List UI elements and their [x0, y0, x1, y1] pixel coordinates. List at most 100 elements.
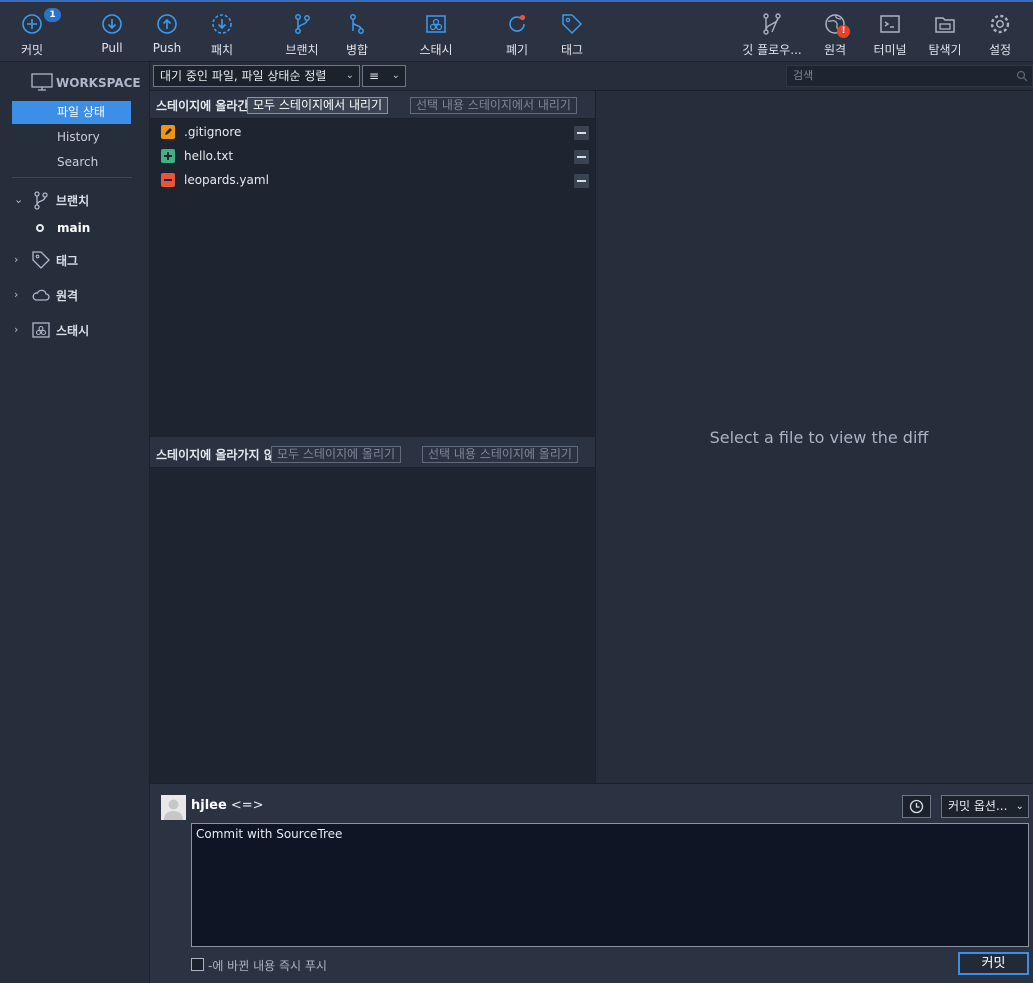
tag-icon [560, 12, 584, 36]
diff-viewer: Select a file to view the diff [595, 91, 1033, 783]
staged-files-list: .gitignore hello.txt leopards.yaml [150, 119, 595, 437]
staged-file-row[interactable]: leopards.yaml [150, 169, 595, 193]
branch-icon [31, 190, 51, 213]
commit-message-input[interactable]: Commit with SourceTree [191, 823, 1029, 947]
sidebar-item-file-status[interactable]: 파일 상태 [12, 101, 131, 124]
fetch-circle-icon [210, 12, 234, 36]
remote-label: 원격 [823, 43, 847, 57]
sidebar-section-label: 원격 [56, 289, 79, 303]
staged-file-row[interactable]: .gitignore [150, 121, 595, 145]
sidebar-item-history[interactable]: History [12, 126, 131, 149]
folder-icon [933, 12, 957, 36]
branch-label: 브랜치 [285, 43, 319, 57]
file-sort-select[interactable]: 대기 중인 파일, 파일 상태순 정렬 ⌄ [153, 65, 360, 87]
plus-circle-icon [20, 12, 44, 36]
fetch-button[interactable]: 패치 [196, 10, 248, 60]
stage-selected-button[interactable]: 선택 내용 스테이지에 올리기 [422, 446, 578, 463]
diff-placeholder-message: Select a file to view the diff [709, 428, 929, 447]
remote-alert-badge: ! [837, 25, 850, 38]
author-email: <=> [230, 798, 264, 813]
settings-button[interactable]: 설정 [974, 10, 1026, 60]
push-immediately-label: -에 바뀐 내용 즉시 푸시 [208, 959, 327, 973]
chevron-down-icon: ⌄ [1015, 801, 1024, 812]
unstage-file-button[interactable] [574, 150, 589, 164]
stash-icon [31, 320, 51, 343]
monitor-icon [31, 73, 53, 91]
unstage-all-button[interactable]: 모두 스테이지에서 내리기 [247, 97, 389, 114]
pull-label: Pull [101, 41, 123, 55]
fetch-label: 패치 [210, 43, 234, 57]
gitflow-label: 깃 플로우... [742, 43, 802, 57]
stash-icon [424, 12, 448, 36]
file-sort-value: 대기 중인 파일, 파일 상태순 정렬 [160, 69, 327, 83]
tag-button[interactable]: 태그 [546, 10, 598, 60]
sidebar-item-search[interactable]: Search [12, 151, 131, 174]
chevron-right-icon: › [14, 253, 19, 266]
search-input[interactable]: 검색 [786, 65, 1033, 87]
cloud-icon [31, 285, 51, 308]
merge-label: 병합 [345, 43, 369, 57]
remote-button[interactable]: ! 원격 [809, 10, 861, 60]
commit-count-badge: 1 [44, 8, 61, 22]
chevron-right-icon: › [14, 288, 19, 301]
commit-options-value: 커밋 옵션... [948, 799, 1008, 813]
explorer-label: 탐색기 [928, 43, 962, 57]
staged-files-header: 스테이지에 올라간 파일 모두 스테이지에서 내리기 선택 내용 스테이지에서 … [150, 91, 595, 119]
main-toolbar: 1 커밋 Pull Push 패치 브랜치 병합 스태시 폐기 태그 깃 플로우… [0, 0, 1033, 62]
sidebar: WORKSPACE 파일 상태 History Search ⌄ 브랜치 mai… [0, 62, 150, 983]
unstage-file-button[interactable] [574, 126, 589, 140]
discard-label: 폐기 [505, 43, 529, 57]
pull-button[interactable]: Pull [86, 10, 138, 60]
file-name: hello.txt [184, 149, 234, 163]
sidebar-section-label: 스태시 [56, 324, 90, 338]
commit-panel: hjlee <=> 커밋 옵션... ⌄ Commit with SourceTr… [150, 783, 1033, 983]
file-filter-bar: 대기 중인 파일, 파일 상태순 정렬 ⌄ ≡ ⌄ 검색 [150, 62, 1033, 91]
gitflow-button[interactable]: 깃 플로우... [736, 10, 808, 60]
discard-button[interactable]: 폐기 [491, 10, 543, 60]
commit-toolbar-button[interactable]: 1 커밋 [6, 8, 61, 60]
arrow-up-circle-icon [155, 12, 179, 36]
sidebar-section-label: 태그 [56, 254, 79, 268]
tag-label: 태그 [560, 43, 584, 57]
clock-icon [909, 799, 924, 814]
push-immediately-checkbox[interactable] [191, 958, 204, 971]
explorer-button[interactable]: 탐색기 [919, 10, 971, 60]
arrow-down-circle-icon [100, 12, 124, 36]
added-status-icon [161, 149, 175, 163]
stage-all-button[interactable]: 모두 스테이지에 올리기 [271, 446, 402, 463]
unstaged-files-list [150, 468, 595, 783]
terminal-button[interactable]: 터미널 [864, 10, 916, 60]
globe-icon: ! [823, 12, 850, 38]
staged-file-row[interactable]: hello.txt [150, 145, 595, 169]
terminal-icon [878, 12, 902, 36]
deleted-status-icon [161, 173, 175, 187]
commit-history-button[interactable] [902, 795, 931, 818]
branch-icon [290, 12, 314, 36]
chevron-right-icon: › [14, 323, 19, 336]
file-name: leopards.yaml [184, 173, 269, 187]
unstaged-files-header: 스테이지에 올라가지 않은 파일 모두 스테이지에 올리기 선택 내용 스테이지… [150, 440, 595, 468]
discard-icon [505, 12, 529, 36]
unstage-selected-button[interactable]: 선택 내용 스테이지에서 내리기 [410, 97, 577, 114]
stash-button[interactable]: 스태시 [410, 10, 462, 60]
sidebar-divider [12, 177, 132, 178]
merge-icon [345, 12, 369, 36]
commit-button[interactable]: 커밋 [958, 952, 1029, 975]
branch-name: main [57, 221, 91, 235]
view-mode-select[interactable]: ≡ ⌄ [362, 65, 406, 87]
current-branch-indicator [36, 224, 44, 232]
list-icon: ≡ [369, 69, 380, 83]
commit-options-select[interactable]: 커밋 옵션... ⌄ [941, 795, 1029, 818]
commit-toolbar-label: 커밋 [20, 43, 44, 57]
search-placeholder: 검색 [793, 69, 814, 82]
workspace-label: WORKSPACE [56, 76, 141, 90]
push-label: Push [152, 41, 182, 55]
unstage-file-button[interactable] [574, 174, 589, 188]
merge-button[interactable]: 병합 [331, 10, 383, 60]
commit-author: hjlee <=> [191, 798, 264, 813]
branch-button[interactable]: 브랜치 [276, 10, 328, 60]
gitflow-icon [760, 12, 784, 36]
file-name: .gitignore [184, 125, 242, 139]
modified-status-icon [161, 125, 175, 139]
push-button[interactable]: Push [141, 10, 193, 60]
